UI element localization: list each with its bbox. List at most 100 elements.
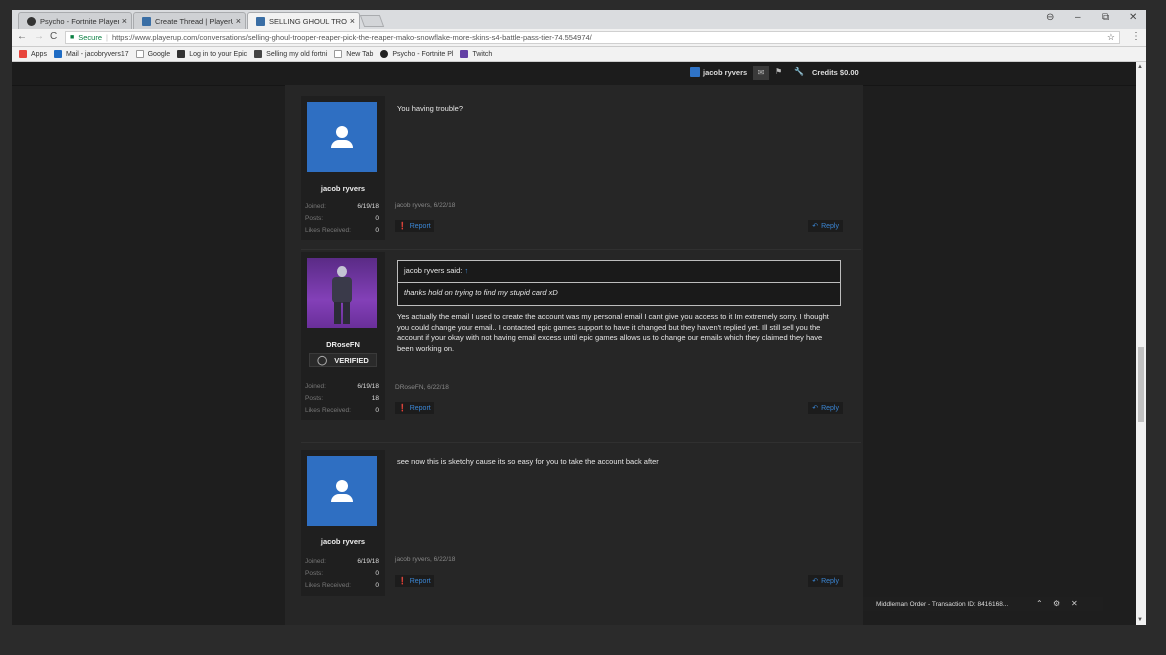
scroll-up-arrow-icon[interactable]: ▲ (1137, 64, 1143, 70)
middleman-order-label: Middleman Order - Transaction ID: 841616… (876, 600, 1009, 608)
forward-button[interactable]: → (34, 31, 44, 42)
secure-label: Secure (78, 33, 102, 42)
tab-favicon-icon (142, 16, 151, 26)
minimize-button[interactable]: – (1075, 12, 1081, 23)
bookmark-label: Mail - jacobryvers17 (65, 50, 129, 58)
quote-jump-arrow-icon[interactable]: ↑ (464, 266, 468, 275)
settings-wrench-icon[interactable]: 🔧 (794, 67, 804, 76)
reply-button[interactable]: ↶ Reply (808, 575, 843, 587)
gear-icon[interactable]: ⚙ (1053, 599, 1060, 608)
stat-posts: Posts: 18 (305, 395, 379, 402)
user-card: jacob ryvers Joined: 6/19/18 Posts: 0 Like… (301, 450, 385, 596)
tab-favicon-icon (256, 16, 265, 26)
stat-posts: Posts: 0 (305, 215, 379, 222)
tab-psycho[interactable]: Psycho - Fortnite Player S × (18, 12, 132, 29)
bookmark-label: Psycho - Fortnite Pl (392, 50, 454, 58)
close-icon[interactable]: ✕ (1071, 599, 1078, 608)
report-icon: ❗ (398, 578, 407, 585)
username-link[interactable]: jacob ryvers (301, 537, 385, 546)
epic-icon (177, 50, 186, 58)
stat-likes: Likes Received: 0 (305, 407, 379, 414)
browser-window: Psycho - Fortnite Player S × Create Thre… (12, 10, 1146, 625)
inbox-icon[interactable]: ✉ (753, 66, 769, 80)
psycho-icon (380, 50, 389, 58)
new-tab-button[interactable] (359, 15, 385, 27)
bookmark-new-tab[interactable]: New Tab (334, 50, 373, 58)
bookmark-twitch[interactable]: Twitch (460, 50, 492, 58)
bookmark-label: Apps (31, 50, 47, 58)
account-link[interactable]: jacob ryvers (690, 67, 747, 77)
address-bar[interactable]: ■ Secure | https://www.playerup.com/conv… (65, 31, 1120, 44)
stat-likes: Likes Received: 0 (305, 582, 379, 589)
bookmark-mail[interactable]: Mail - jacobryvers17 (53, 50, 129, 58)
report-button[interactable]: ❗ Report (395, 402, 434, 414)
tab-bar: Psycho - Fortnite Player S × Create Thre… (12, 10, 1146, 29)
report-icon: ❗ (398, 405, 407, 412)
tab-favicon-icon (27, 16, 36, 26)
scrollbar-thumb[interactable] (1138, 347, 1144, 422)
scroll-down-arrow-icon[interactable]: ▼ (1137, 617, 1143, 623)
chevron-up-icon[interactable]: ⌃ (1036, 599, 1043, 608)
username-link[interactable]: DRoseFN (301, 340, 385, 349)
quote-block: jacob ryvers said: ↑ thanks hold on tryi… (397, 260, 841, 306)
tab-title: Create Thread | PlayerUp (155, 16, 233, 26)
browser-menu-icon[interactable]: ⋮ (1131, 31, 1141, 42)
user-avatar-icon (690, 67, 700, 77)
profile-icon[interactable]: ⊖ (1046, 12, 1054, 23)
bookmarks-bar: Apps Mail - jacobryvers17 Google Log in … (12, 47, 1146, 62)
bookmark-apps[interactable]: Apps (19, 50, 47, 58)
twitch-icon (460, 50, 469, 58)
bookmark-label: Twitch (472, 50, 493, 58)
bookmark-psycho[interactable]: Psycho - Fortnite Pl (380, 50, 453, 58)
reply-button[interactable]: ↶ Reply (808, 402, 843, 414)
bookmark-label: Log in to your Epic (189, 50, 248, 58)
report-button[interactable]: ❗ Report (395, 220, 434, 232)
message-post: jacob ryvers Joined: 6/19/18 Posts: 0 Like… (301, 96, 861, 250)
page-scrollbar[interactable]: ▲ ▼ (1136, 62, 1146, 625)
stat-posts: Posts: 0 (305, 570, 379, 577)
tab-close-icon[interactable]: × (236, 16, 241, 26)
avatar[interactable] (307, 456, 377, 526)
close-window-button[interactable]: ✕ (1129, 12, 1137, 23)
tab-close-icon[interactable]: × (350, 16, 355, 26)
verified-badge: ◯ VERIFIED (309, 353, 377, 367)
site-icon (254, 50, 263, 58)
quote-body: thanks hold on trying to find my stupid … (404, 288, 558, 297)
alerts-flag-icon[interactable]: ⚑ (775, 67, 782, 76)
report-button[interactable]: ❗ Report (395, 575, 434, 587)
middleman-order-widget[interactable]: Middleman Order - Transaction ID: 841616… (863, 597, 1103, 611)
lock-icon: ■ (70, 34, 75, 41)
post-meta[interactable]: jacob ryvers, 6/22/18 (395, 202, 455, 209)
username-link[interactable]: jacob ryvers (301, 184, 385, 193)
post-meta[interactable]: jacob ryvers, 6/22/18 (395, 556, 455, 563)
google-icon (135, 50, 144, 58)
tab-create-thread[interactable]: Create Thread | PlayerUp × (133, 12, 246, 29)
bookmark-label: New Tab (346, 50, 374, 58)
tab-selling-ghoul-trooper[interactable]: SELLING GHOUL TROOPE × (247, 12, 360, 29)
message-post: jacob ryvers Joined: 6/19/18 Posts: 0 Like… (301, 450, 861, 625)
tab-close-icon[interactable]: × (122, 16, 127, 26)
reply-button[interactable]: ↶ Reply (808, 220, 843, 232)
url-text[interactable]: https://www.playerup.com/conversations/s… (112, 33, 592, 42)
user-card: jacob ryvers Joined: 6/19/18 Posts: 0 Like… (301, 96, 385, 240)
avatar[interactable] (307, 258, 377, 328)
quote-header: jacob ryvers said: ↑ (398, 261, 840, 283)
stat-likes: Likes Received: 0 (305, 227, 379, 234)
bookmark-selling[interactable]: Selling my old fortni (254, 50, 327, 58)
message-post: DRoseFN ◯ VERIFIED Joined: 6/19/18 Posts: 1… (301, 252, 861, 443)
post-meta[interactable]: DRoseFN, 6/22/18 (395, 384, 449, 391)
stat-joined: Joined: 6/19/18 (305, 203, 379, 210)
page-viewport: jacob ryvers ✉ ⚑ 🔧 Credits $0.00 jacob r… (12, 62, 1136, 625)
bookmark-epic[interactable]: Log in to your Epic (177, 50, 247, 58)
restore-button[interactable]: ⧉ (1102, 12, 1109, 23)
reload-button[interactable]: C (50, 31, 57, 42)
bookmark-star-icon[interactable]: ☆ (1107, 32, 1115, 43)
bookmark-google[interactable]: Google (135, 50, 170, 58)
credits-balance[interactable]: Credits $0.00 (812, 68, 859, 77)
shield-icon: ◯ (317, 354, 328, 365)
avatar[interactable] (307, 102, 377, 172)
conversation-content: jacob ryvers Joined: 6/19/18 Posts: 0 Like… (285, 85, 863, 625)
report-icon: ❗ (398, 223, 407, 230)
back-button[interactable]: ← (17, 31, 27, 42)
outlook-icon (53, 50, 62, 58)
